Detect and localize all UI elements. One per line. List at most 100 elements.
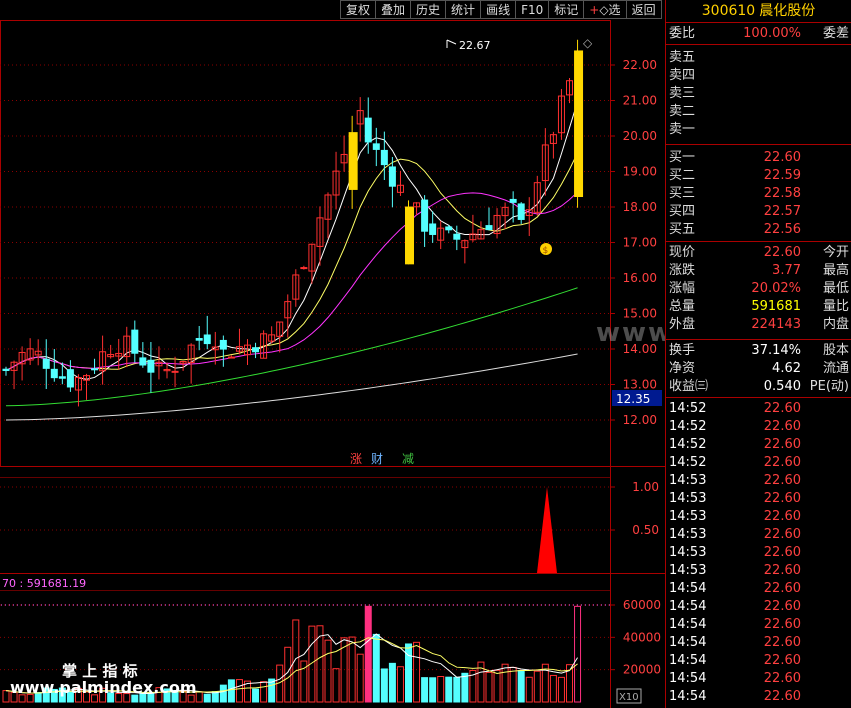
sell-row[interactable]: 卖五 [666, 49, 851, 67]
add-watchlist-button[interactable]: +◇选 [583, 0, 626, 19]
candle-body [147, 359, 155, 373]
tick-row[interactable]: 14:53 22.60 [666, 562, 851, 580]
tick-row[interactable]: 14:52 22.60 [666, 400, 851, 418]
buy-row[interactable]: 买三 22.58 [666, 185, 851, 203]
candle-body [203, 334, 211, 345]
tick-row[interactable]: 14:54 22.60 [666, 580, 851, 598]
stock-header[interactable]: 300610 晨化股份 [666, 0, 851, 23]
sell-row[interactable]: 卖一 [666, 121, 851, 139]
candle-body [364, 117, 372, 143]
volume-tick-label: 20000 [623, 663, 661, 677]
sell-row[interactable]: 卖三 [666, 85, 851, 103]
add-icon: + [589, 3, 600, 17]
volume-bar [356, 653, 364, 703]
volume-bar [396, 666, 404, 703]
volume-bar [509, 666, 517, 703]
candle-body [445, 226, 453, 231]
volume-tick-label: 40000 [623, 630, 661, 644]
fundamental-stat-row: 换手 37.14% 股本 [669, 343, 849, 358]
volume-bar [364, 605, 372, 703]
diamond-icon[interactable]: ◇ [583, 36, 593, 50]
candle-body [252, 347, 260, 353]
candle-body [139, 357, 147, 366]
event-marker: 财 [371, 452, 383, 466]
volume-bar [380, 668, 388, 703]
money-bag-icon[interactable]: $ [540, 243, 552, 256]
candle-body [227, 356, 235, 359]
statistics-button[interactable]: 统计 [445, 0, 481, 19]
tick-row[interactable]: 14:54 22.60 [666, 670, 851, 688]
ma20-line [5, 191, 578, 371]
tick-row[interactable]: 14:53 22.60 [666, 490, 851, 508]
tick-row[interactable]: 14:52 22.60 [666, 436, 851, 454]
quote-panel: 300610 晨化股份 委比 100.00% 委差 卖五 卖四 卖三 卖二 卖一 … [665, 0, 851, 708]
price-tick-label: 12.00 [623, 413, 657, 427]
candle-body [66, 369, 74, 388]
quote-stat-row: 总量 591681 量比 [669, 299, 849, 314]
stock-code: 300610 [701, 3, 756, 19]
tick-row[interactable]: 14:52 22.60 [666, 454, 851, 472]
kline-chart[interactable]: 22.0021.0020.0019.0018.0017.0016.0015.00… [0, 0, 665, 708]
quote-stat-row: 涨幅 20.02% 最低 [669, 281, 849, 296]
volume-bar [195, 691, 203, 703]
buy-row[interactable]: 买二 22.59 [666, 167, 851, 185]
indicator-tick-label: 0.50 [632, 523, 659, 537]
mark-button[interactable]: 标记 [548, 0, 584, 19]
event-marker: 涨 [350, 451, 362, 466]
candle-body [372, 143, 380, 150]
candle-body [485, 225, 493, 231]
draw-line-button[interactable]: 画线 [480, 0, 516, 19]
high-price-label: 22.67 [459, 39, 491, 52]
price-axis: 22.0021.0020.0019.0018.0017.0016.0015.00… [610, 58, 657, 427]
quote-stat-row: 涨跌 3.77 最高 [669, 263, 849, 278]
volume-tick-label: 60000 [623, 598, 661, 612]
volume-bar [235, 679, 243, 703]
tick-row[interactable]: 14:52 22.60 [666, 418, 851, 436]
history-button[interactable]: 历史 [410, 0, 446, 19]
tick-row[interactable]: 14:53 22.60 [666, 472, 851, 490]
volume-bar [485, 671, 493, 703]
volume-bar [549, 674, 557, 703]
current-price-label: 12.35 [616, 392, 650, 406]
f10-button[interactable]: F10 [515, 0, 549, 19]
price-tick-label: 16.00 [623, 271, 657, 285]
tick-list[interactable]: 14:52 22.60 14:52 22.60 14:52 22.60 14:52 22.60… [666, 398, 851, 706]
tick-row[interactable]: 14:54 22.60 [666, 634, 851, 652]
tick-row[interactable]: 14:53 22.60 [666, 526, 851, 544]
volume-bar [525, 676, 533, 703]
event-markers[interactable]: 涨财 减 [350, 451, 414, 466]
volume-bar [461, 672, 469, 703]
price-tick-label: 13.00 [623, 378, 657, 392]
quote-stats: 现价 22.60 今开 涨跌 3.77 最高 涨幅 20.02% 最低 总量 591681 量比 外盘 2… [666, 242, 851, 340]
candle-body [131, 329, 139, 354]
back-button[interactable]: 返回 [625, 0, 662, 19]
candle-body [509, 198, 517, 203]
overlay-button[interactable]: 叠加 [375, 0, 411, 19]
high-marker-arrow [446, 39, 457, 45]
price-tick-label: 18.00 [623, 200, 657, 214]
buy-orders: 买一 22.60 买二 22.59 买三 22.58 买四 22.57 买五 22.56 [666, 145, 851, 242]
candle-body [429, 223, 437, 235]
buy-row[interactable]: 买五 22.56 [666, 221, 851, 239]
candle-body [91, 368, 99, 371]
volume-bar [437, 676, 445, 703]
volume-bar [219, 684, 227, 703]
sell-row[interactable]: 卖四 [666, 67, 851, 85]
tick-row[interactable]: 14:54 22.60 [666, 688, 851, 706]
tick-row[interactable]: 14:53 22.60 [666, 544, 851, 562]
volume-bar [574, 605, 582, 703]
ma120-line [5, 353, 578, 421]
restore-rights-button[interactable]: 复权 [340, 0, 376, 19]
buy-row[interactable]: 买四 22.57 [666, 203, 851, 221]
tick-row[interactable]: 14:53 22.60 [666, 508, 851, 526]
tick-row[interactable]: 14:54 22.60 [666, 616, 851, 634]
volume-bar [493, 669, 501, 703]
sell-row[interactable]: 卖二 [666, 103, 851, 121]
candle-body [574, 50, 584, 198]
candle-body [348, 132, 358, 190]
tick-row[interactable]: 14:54 22.60 [666, 598, 851, 616]
tick-row[interactable]: 14:54 22.60 [666, 652, 851, 670]
candle-body [405, 206, 414, 265]
quote-stat-row: 现价 22.60 今开 [669, 245, 849, 260]
buy-row[interactable]: 买一 22.60 [666, 149, 851, 167]
